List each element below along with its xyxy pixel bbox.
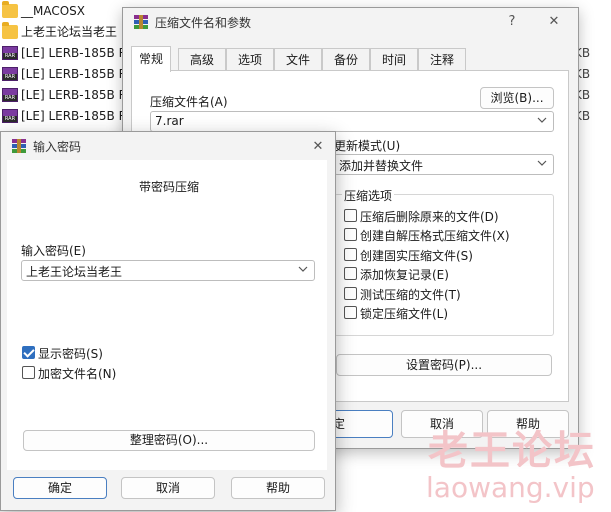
title-bar[interactable]: 输入密码 ✕: [1, 132, 335, 160]
encrypt-names-checkbox[interactable]: [22, 366, 35, 379]
file-name: 上老王论坛当老王: [21, 25, 118, 39]
recovery-record-checkbox[interactable]: [344, 267, 357, 280]
test-files-checkbox[interactable]: [344, 287, 357, 300]
rar-file-icon: [2, 109, 18, 123]
chevron-down-icon: [537, 117, 547, 123]
title-bar[interactable]: 压缩文件名和参数 ? ✕: [123, 8, 578, 36]
file-name: [LE] LERB-185B R: [21, 88, 127, 102]
archive-name-combo[interactable]: 7.rar: [150, 111, 554, 132]
file-name: [LE] LERB-185B R: [21, 67, 127, 81]
lock-archive-checkbox[interactable]: [344, 306, 357, 319]
tab-time[interactable]: 时间: [370, 48, 418, 71]
password-dialog: 输入密码 ✕ 带密码压缩 输入密码(E) 上老王论坛当老王 显示密码(S) 加密…: [0, 131, 336, 511]
chevron-down-icon: [537, 160, 547, 166]
help-icon[interactable]: ?: [501, 12, 523, 32]
encrypt-names-label: 加密文件名(N): [38, 367, 117, 381]
browse-button[interactable]: 浏览(B)...: [480, 87, 554, 109]
test-files-label: 测试压缩的文件(T): [360, 288, 461, 302]
chevron-down-icon: [298, 266, 308, 272]
folder-icon: [2, 1, 18, 18]
set-password-button[interactable]: 设置密码(P)...: [336, 354, 552, 376]
folder-icon: [2, 22, 18, 39]
rar-file-icon: [2, 88, 18, 102]
password-input[interactable]: 上老王论坛当老王: [21, 260, 315, 281]
dialog-title: 压缩文件名和参数: [155, 16, 252, 30]
recovery-record-label: 添加恢复记录(E): [360, 268, 449, 282]
file-name: [LE] LERB-185B R: [21, 46, 127, 60]
cancel-button[interactable]: 取消: [121, 477, 215, 499]
close-icon[interactable]: ✕: [543, 12, 565, 32]
tab-backup[interactable]: 备份: [322, 48, 370, 71]
tab-general[interactable]: 常规: [131, 46, 171, 72]
update-mode-select[interactable]: 添加并替换文件: [334, 154, 554, 175]
delete-after-label: 压缩后删除原来的文件(D): [360, 210, 499, 224]
ok-button[interactable]: 确定: [13, 477, 107, 499]
password-label: 输入密码(E): [21, 244, 86, 258]
tab-options[interactable]: 选项: [226, 48, 274, 71]
tab-files[interactable]: 文件: [274, 48, 322, 71]
help-button[interactable]: 帮助: [231, 477, 325, 499]
password-value: 上老王论坛当老王: [26, 265, 123, 279]
solid-checkbox[interactable]: [344, 248, 357, 261]
watermark-logo: 老王论坛: [428, 428, 596, 474]
archive-name-value: 7.rar: [155, 114, 184, 128]
delete-after-checkbox[interactable]: [344, 209, 357, 222]
archive-name-label: 压缩文件名(A): [150, 95, 228, 109]
compression-options-label: 压缩选项: [342, 187, 395, 204]
organize-passwords-button[interactable]: 整理密码(O)...: [23, 430, 315, 451]
winrar-icon: [12, 139, 26, 153]
rar-file-icon: [2, 67, 18, 81]
winrar-icon: [134, 15, 148, 29]
dialog-title: 输入密码: [33, 140, 82, 154]
update-mode-value: 添加并替换文件: [339, 159, 424, 173]
lock-archive-label: 锁定压缩文件(L): [360, 307, 449, 321]
rar-file-icon: [2, 46, 18, 60]
show-password-checkbox[interactable]: [22, 346, 35, 359]
file-name: __MACOSX: [21, 4, 86, 18]
password-heading: 带密码压缩: [139, 180, 200, 194]
show-password-label: 显示密码(S): [38, 347, 103, 361]
update-mode-label: 更新模式(U): [334, 139, 401, 153]
tab-comment[interactable]: 注释: [418, 48, 466, 71]
tab-advanced[interactable]: 高级: [178, 48, 226, 71]
sfx-label: 创建自解压格式压缩文件(X): [360, 229, 510, 243]
close-icon[interactable]: ✕: [307, 137, 329, 157]
watermark-url: laowang.vip: [426, 471, 595, 504]
file-name: [LE] LERB-185B R: [21, 109, 127, 123]
password-panel: 带密码压缩 输入密码(E) 上老王论坛当老王 显示密码(S) 加密文件名(N) …: [7, 160, 327, 470]
solid-label: 创建固实压缩文件(S): [360, 249, 473, 263]
sfx-checkbox[interactable]: [344, 228, 357, 241]
